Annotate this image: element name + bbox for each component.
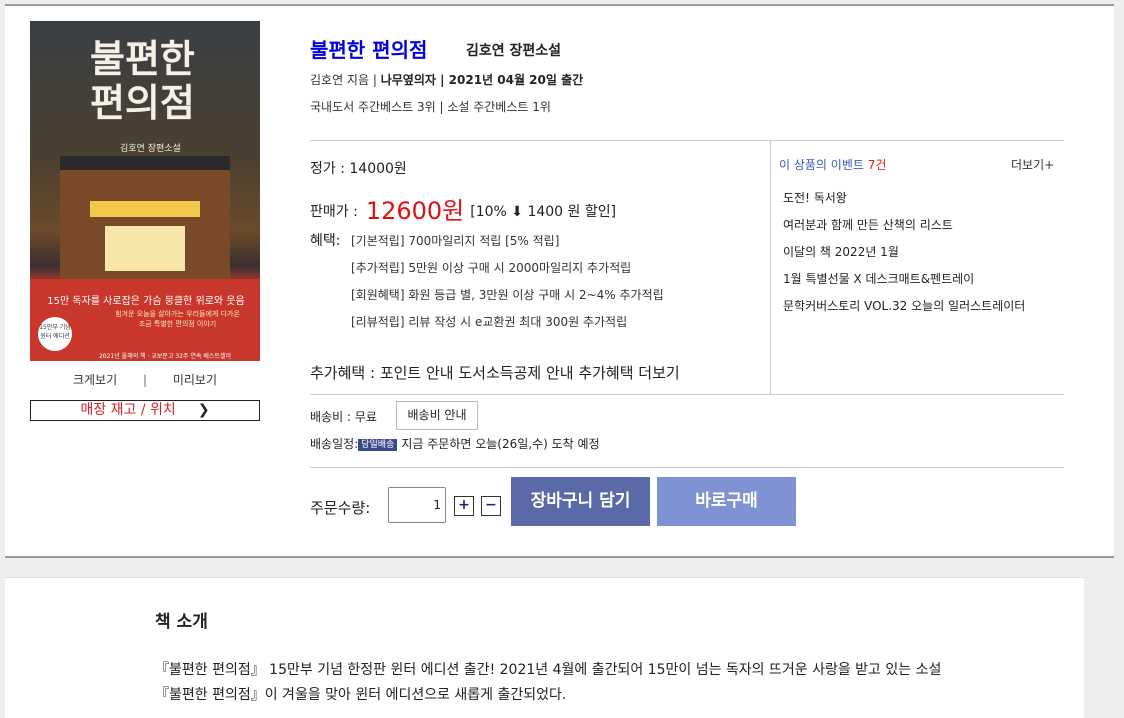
book-subtitle: 김호연 장편소설 <box>466 43 562 59</box>
event-item[interactable]: 여러분과 함께 만든 산책의 리스트 <box>783 216 953 233</box>
event-item[interactable]: 이달의 책 2022년 1월 <box>783 243 899 260</box>
cover-tagline: 15만 독자를 사로잡은 가슴 뭉클한 위로와 웃음 <box>47 296 245 307</box>
divider <box>310 394 1064 395</box>
book-title[interactable]: 불편한 편의점 <box>310 34 427 63</box>
same-day-badge: 당일배송 <box>358 439 398 451</box>
shipping-schedule: 배송일정: 당일배송 지금 주문하면 오늘(26일,수) 도착 예정 <box>310 435 600 452</box>
quantity-input[interactable]: 1 <box>388 487 446 523</box>
publisher-date: 나무옆의자 | 2021년 04월 20일 출간 <box>380 73 584 87</box>
book-cover-image[interactable]: 불편한 편의점 김호연 장편소설 15만 독자를 사로잡은 가슴 뭉클한 위로와 … <box>30 21 260 361</box>
bestseller-rank[interactable]: 국내도서 주간베스트 3위 | 소설 주간베스트 1위 <box>310 98 551 115</box>
enlarge-link[interactable]: 크게보기 <box>73 373 117 387</box>
divider <box>310 140 1064 141</box>
benefit-item: [추가적립] 5만원 이상 구매 시 2000마일리지 추가적립 <box>351 261 632 275</box>
chevron-right-icon: ❯ <box>197 402 210 418</box>
events-count: 7건 <box>867 158 887 172</box>
add-to-cart-button[interactable]: 장바구니 담기 <box>511 477 650 526</box>
store-stock-button[interactable]: 매장 재고 / 위치 ❯ <box>30 400 260 421</box>
buy-now-button[interactable]: 바로구매 <box>657 477 796 526</box>
shipping-schedule-text: 지금 주문하면 오늘(26일,수) 도착 예정 <box>401 437 600 451</box>
sale-price-label: 판매가 : <box>310 204 358 220</box>
cover-title: 불편한 편의점 <box>90 36 195 125</box>
quantity-plus-button[interactable]: + <box>454 496 474 516</box>
store-stock-label: 매장 재고 / 위치 <box>80 402 176 418</box>
intro-title: 책 소개 <box>155 612 208 632</box>
link-separator: | <box>142 373 148 387</box>
publication-info: 김호연 지음 | 나무옆의자 | 2021년 04월 20일 출간 <box>310 71 583 88</box>
sale-price-amount: 12600원 <box>365 197 465 225</box>
benefit-item: [리뷰적립] 리뷰 작성 시 e교환권 최대 300원 추가적립 <box>351 315 628 329</box>
cover-author: 김호연 장편소설 <box>120 144 181 154</box>
event-item[interactable]: 1월 특별선물 X 데스크매트&펜트레이 <box>783 270 974 287</box>
intro-text: 『불편한 편의점』 15만부 기념 한정판 윈터 에디션 출간! 2021년 4… <box>155 662 942 703</box>
more-benefits-link[interactable]: 추가혜택 더보기 <box>578 364 679 382</box>
benefit-item: [기본적립] 700마일리지 적립 [5% 적립] <box>351 234 560 248</box>
cover-footer: 2021년 올해의 책 · 교보문고 32주 연속 베스트셀러 <box>98 353 231 360</box>
book-intro-section: 책 소개 『불편한 편의점』 15만부 기념 한정판 윈터 에디션 출간! 20… <box>5 577 1084 718</box>
event-item[interactable]: 문학커버스토리 VOL.32 오늘의 일러스트레이터 <box>783 297 1025 314</box>
shipping-schedule-label: 배송일정: <box>310 437 359 451</box>
shipping-fee: 배송비 : 무료 <box>310 410 377 424</box>
cover-store-window <box>105 226 185 271</box>
extra-benefits-label: 추가혜택 : <box>310 364 376 382</box>
events-more-link[interactable]: 더보기+ <box>1011 156 1054 173</box>
quantity-minus-button[interactable]: − <box>481 496 501 516</box>
quantity-label: 주문수량: <box>310 499 371 517</box>
author-link[interactable]: 김호연 지음 | <box>310 73 377 87</box>
cover-badge: 15만부 기념 윈터 에디션 <box>38 317 72 351</box>
shipping-info-button[interactable]: 배송비 안내 <box>396 401 478 430</box>
cover-view-links: 크게보기 | 미리보기 <box>30 371 260 388</box>
cover-subline: 힘겨운 오늘을 살아가는 우리들에게 다가온 조금 특별한 편의점 이야기 <box>115 310 240 328</box>
list-price: 정가 : 14000원 <box>310 161 407 177</box>
events-heading[interactable]: 이 상품의 이벤트 7건 <box>779 156 886 173</box>
divider <box>310 467 1064 468</box>
extra-benefits: 추가혜택 : 포인트 안내 도서소득공제 안내 추가혜택 더보기 <box>310 362 680 383</box>
event-item[interactable]: 도전! 독서왕 <box>783 189 847 206</box>
cover-store-sign <box>90 201 200 217</box>
benefit-item: [회원혜택] 화원 등급 별, 3만원 이상 구매 시 2~4% 추가적립 <box>351 288 664 302</box>
divider <box>770 141 771 394</box>
preview-link[interactable]: 미리보기 <box>173 373 217 387</box>
benefit-label: 혜택: <box>310 233 341 249</box>
sale-price: 판매가 : 12600원 [10% ⬇ 1400 원 할인] <box>310 191 616 226</box>
point-info-link[interactable]: 포인트 안내 <box>380 364 454 382</box>
discount-info: [10% ⬇ 1400 원 할인] <box>470 204 617 220</box>
tax-deduction-link[interactable]: 도서소득공제 안내 <box>458 364 573 382</box>
